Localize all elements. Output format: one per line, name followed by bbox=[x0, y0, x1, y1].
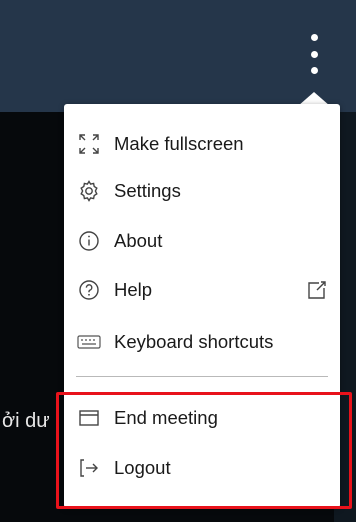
background-caption: ởi dư bbox=[2, 410, 50, 432]
help-icon bbox=[76, 277, 102, 303]
menu-item-about[interactable]: About bbox=[64, 217, 340, 265]
kebab-dot-icon bbox=[310, 34, 318, 41]
menu-item-label: Keyboard shortcuts bbox=[114, 331, 274, 352]
info-icon bbox=[76, 228, 102, 254]
menu-divider bbox=[76, 376, 328, 377]
highlight-box bbox=[56, 392, 352, 509]
menu-item-label: About bbox=[114, 230, 163, 251]
menu-item-keyboard-shortcuts[interactable]: Keyboard shortcuts bbox=[64, 318, 340, 366]
menu-item-label: Help bbox=[114, 279, 153, 300]
menu-item-label: Settings bbox=[114, 180, 181, 201]
menu-item-make-fullscreen[interactable]: Make fullscreen bbox=[64, 120, 340, 168]
gear-icon bbox=[76, 178, 102, 204]
menu-item-label: Make fullscreen bbox=[114, 133, 244, 154]
fullscreen-icon bbox=[76, 131, 102, 157]
menu-item-settings[interactable]: Settings bbox=[64, 167, 340, 215]
more-options-button[interactable] bbox=[306, 34, 322, 74]
keyboard-icon bbox=[76, 329, 102, 355]
kebab-dot-icon bbox=[310, 67, 318, 74]
menu-item-help[interactable]: Help bbox=[64, 266, 340, 314]
external-link-icon bbox=[306, 279, 328, 301]
kebab-dot-icon bbox=[310, 50, 318, 58]
